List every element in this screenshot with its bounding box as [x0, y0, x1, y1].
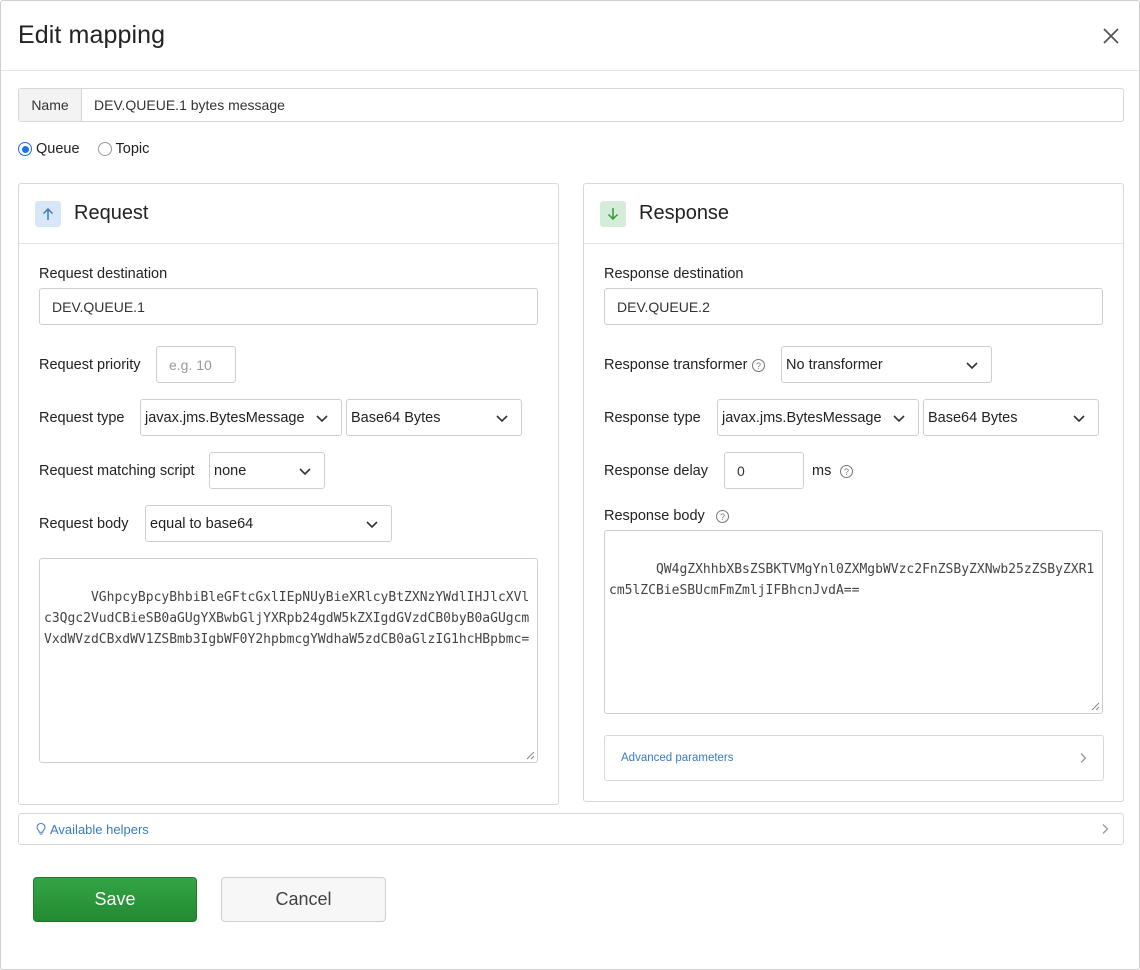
available-helpers-label: Available helpers: [50, 821, 149, 837]
response-transformer-label-group: Response transformer ?: [604, 357, 766, 373]
topic-radio[interactable]: [97, 142, 112, 156]
svg-text:?: ?: [720, 512, 725, 522]
request-panel-header: Request: [19, 184, 558, 244]
queue-radio[interactable]: [18, 142, 32, 156]
response-panel-title: Response: [639, 202, 730, 224]
response-type-label: Response type: [604, 410, 701, 426]
chevron-right-icon: [1102, 824, 1109, 834]
response-encoding-value: Base64 Bytes: [928, 409, 1018, 426]
request-type-value: javax.jms.BytesMessage: [145, 409, 305, 426]
cancel-button[interactable]: Cancel: [221, 877, 386, 922]
name-input[interactable]: [82, 89, 1123, 121]
request-matching-script-select[interactable]: none: [209, 452, 325, 489]
svg-text:?: ?: [844, 467, 849, 477]
name-label: Name: [19, 89, 82, 121]
available-helpers-toggle[interactable]: Available helpers: [18, 813, 1124, 845]
response-type-value: javax.jms.BytesMessage: [722, 409, 882, 426]
request-panel: Request Request destination DEV.QUEUE.1 …: [18, 183, 559, 805]
request-priority-input[interactable]: e.g. 10: [156, 346, 236, 383]
response-body-label-group: Response body ?: [604, 508, 730, 524]
resize-grip-icon[interactable]: [526, 751, 535, 760]
queue-radio-label[interactable]: Queue: [36, 141, 80, 157]
request-priority-label: Request priority: [39, 357, 141, 373]
request-body-label: Request body: [39, 516, 129, 532]
svg-text:?: ?: [756, 361, 761, 371]
chevron-down-icon: [1073, 414, 1085, 422]
response-destination-label: Response destination: [604, 266, 744, 282]
request-matching-script-label: Request matching script: [39, 463, 195, 479]
resize-grip-icon[interactable]: [1091, 702, 1100, 711]
help-icon[interactable]: ?: [751, 358, 766, 373]
available-helpers-label-group: Available helpers: [35, 822, 149, 837]
request-encoding-select[interactable]: Base64 Bytes: [346, 399, 522, 436]
edit-mapping-dialog: Edit mapping Name Queue Topic Request Re…: [0, 0, 1140, 970]
help-icon[interactable]: ?: [839, 464, 854, 479]
response-body-text: QW4gZXhhbXBsZSBKTVMgYnl0ZXMgbWVzc2FnZSBy…: [609, 562, 1095, 598]
request-type-label: Request type: [39, 410, 125, 426]
response-body-label: Response body: [604, 508, 705, 524]
response-transformer-label: Response transformer: [604, 357, 748, 373]
chevron-down-icon: [966, 361, 978, 369]
chevron-right-icon: [1080, 753, 1087, 763]
response-body-textarea[interactable]: QW4gZXhhbXBsZSBKTVMgYnl0ZXMgbWVzc2FnZSBy…: [604, 530, 1103, 714]
lightbulb-icon: [36, 822, 46, 835]
advanced-parameters-label: Advanced parameters: [621, 752, 734, 764]
request-body-text: VGhpcyBpcyBhbiBleGFtcGxlIEpNUyBieXRlcyBt…: [44, 590, 530, 647]
advanced-parameters-toggle[interactable]: Advanced parameters: [604, 735, 1104, 781]
chevron-down-icon: [893, 414, 905, 422]
dialog-title: Edit mapping: [18, 21, 166, 49]
dialog-header: Edit mapping: [1, 1, 1139, 71]
response-delay-label: Response delay: [604, 463, 708, 479]
response-transformer-value: No transformer: [786, 356, 883, 373]
response-panel-header: Response: [584, 184, 1123, 244]
request-matching-script-value: none: [214, 462, 247, 479]
request-priority-placeholder: e.g. 10: [169, 356, 212, 373]
request-body-operator-select[interactable]: equal to base64: [145, 505, 392, 542]
request-destination-input[interactable]: DEV.QUEUE.1: [39, 288, 538, 325]
save-button[interactable]: Save: [33, 877, 197, 922]
close-icon[interactable]: [1097, 22, 1125, 50]
destination-kind-radio-group: Queue Topic: [18, 139, 167, 159]
help-icon[interactable]: ?: [715, 509, 730, 524]
chevron-down-icon: [299, 467, 311, 475]
chevron-down-icon: [316, 414, 328, 422]
topic-radio-label[interactable]: Topic: [116, 141, 150, 157]
chevron-down-icon: [366, 520, 378, 528]
response-panel: Response Response destination DEV.QUEUE.…: [583, 183, 1124, 802]
chevron-down-icon: [496, 414, 508, 422]
response-delay-unit-group: ms ?: [812, 463, 854, 479]
response-encoding-select[interactable]: Base64 Bytes: [923, 399, 1099, 436]
response-transformer-select[interactable]: No transformer: [781, 346, 992, 383]
response-delay-input[interactable]: 0: [724, 452, 804, 489]
name-field: Name: [18, 88, 1124, 122]
arrow-up-icon: [35, 200, 61, 227]
response-delay-unit: ms: [812, 463, 832, 479]
request-panel-title: Request: [74, 202, 149, 224]
arrow-down-icon: [600, 200, 626, 227]
request-encoding-value: Base64 Bytes: [351, 409, 441, 426]
request-body-operator-value: equal to base64: [150, 515, 254, 532]
response-destination-input[interactable]: DEV.QUEUE.2: [604, 288, 1103, 325]
request-type-select[interactable]: javax.jms.BytesMessage: [140, 399, 342, 436]
request-destination-label: Request destination: [39, 266, 168, 282]
response-type-select[interactable]: javax.jms.BytesMessage: [717, 399, 919, 436]
request-body-textarea[interactable]: VGhpcyBpcyBhbiBleGFtcGxlIEpNUyBieXRlcyBt…: [39, 558, 538, 763]
